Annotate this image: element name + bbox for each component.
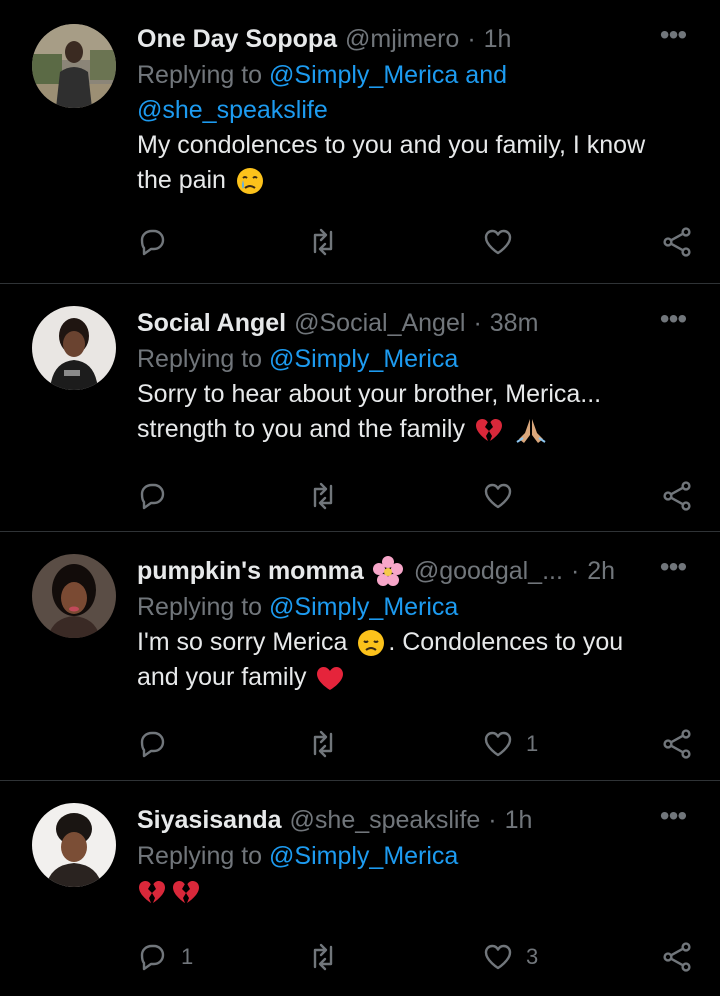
like-icon — [484, 483, 512, 509]
author-handle[interactable]: @Social_Angel — [294, 306, 465, 340]
mention-link[interactable]: @she_speakslife — [137, 96, 328, 124]
share-icon — [663, 729, 691, 759]
like-count: 1 — [526, 731, 539, 756]
replying-to: Replying to @Simply_Merica — [137, 342, 698, 377]
replying-to-label: Replying to — [137, 842, 263, 870]
reply-button[interactable] — [137, 728, 169, 760]
tweet-text — [137, 874, 698, 909]
retweet-icon — [313, 943, 333, 971]
more-options-icon[interactable]: ••• — [658, 21, 688, 49]
author-handle[interactable]: @she_speakslife — [290, 803, 481, 837]
mention-link[interactable]: @Simply_Merica — [269, 593, 458, 621]
tweet-text-line: . Condolences to you — [388, 628, 624, 656]
timestamp[interactable]: 38m — [490, 306, 539, 340]
broken-heart-emoji — [139, 881, 165, 904]
timestamp[interactable]: 1h — [484, 22, 512, 56]
reply-button[interactable]: 1 — [137, 941, 193, 973]
tweet-text-line: I'm so sorry Merica — [137, 628, 348, 656]
tweet[interactable]: pumpkin's momma @goodgal_... · 2h ••• Re… — [0, 532, 720, 781]
tweet-text: My condolences to you and you family, I … — [137, 128, 698, 198]
crying-face-emoji — [236, 168, 263, 195]
share-button[interactable] — [662, 728, 692, 760]
like-button[interactable] — [482, 480, 514, 512]
like-icon — [484, 229, 512, 255]
tweet[interactable]: Social Angel @Social_Angel · 38m ••• Rep… — [0, 284, 720, 532]
reply-icon — [140, 731, 165, 758]
red-heart-emoji — [317, 667, 344, 691]
tweet-text-line: the pain — [137, 166, 226, 194]
replying-to-label: Replying to — [137, 593, 263, 621]
avatar[interactable] — [32, 803, 116, 887]
cherry-blossom-emoji — [372, 556, 403, 586]
author-name[interactable]: One Day Sopopa — [137, 22, 337, 56]
share-icon — [663, 481, 691, 511]
separator-dot: · — [570, 557, 580, 585]
retweet-button[interactable] — [307, 226, 339, 258]
share-icon — [663, 227, 691, 257]
reply-icon — [140, 229, 165, 256]
separator-dot: · — [488, 806, 497, 834]
mention-link[interactable]: @Simply_Merica — [269, 345, 458, 373]
replying-to: Replying to @Simply_Merica — [137, 590, 698, 625]
tweet-actions — [137, 480, 698, 520]
tweet-text-line: Sorry to hear about your brother, Merica… — [137, 380, 602, 408]
mention-link[interactable]: @Simply_Merica and — [269, 61, 507, 89]
author-handle[interactable]: @mjimero — [345, 22, 459, 56]
folded-hands-emoji — [516, 419, 546, 444]
like-button[interactable]: 3 — [482, 941, 538, 973]
reply-icon — [140, 483, 165, 510]
author-name[interactable]: Social Angel — [137, 306, 286, 340]
author-name[interactable]: pumpkin's momma — [137, 554, 364, 588]
timestamp[interactable]: 2h — [587, 554, 615, 588]
like-button[interactable]: 1 — [482, 728, 538, 760]
avatar[interactable] — [32, 554, 116, 638]
tweet[interactable]: Siyasisanda @she_speakslife · 1h ••• Rep… — [0, 781, 720, 996]
like-button[interactable] — [482, 226, 514, 258]
like-count: 3 — [526, 944, 539, 969]
share-button[interactable] — [662, 941, 692, 973]
retweet-icon — [313, 730, 333, 758]
tweet-text-line: and your family — [137, 663, 307, 691]
reply-button[interactable] — [137, 480, 169, 512]
broken-heart-emoji — [475, 419, 502, 442]
tweet-text: I'm so sorry Merica . Condolences to you… — [137, 625, 698, 695]
replying-to-label: Replying to — [137, 345, 263, 373]
share-button[interactable] — [662, 480, 692, 512]
tweet-text: Sorry to hear about your brother, Merica… — [137, 377, 698, 447]
timestamp[interactable]: 1h — [505, 803, 533, 837]
broken-heart-emoji — [173, 881, 199, 904]
share-icon — [663, 942, 691, 972]
author-handle[interactable]: @goodgal_... — [414, 554, 563, 588]
share-button[interactable] — [662, 226, 692, 258]
replying-to: Replying to @Simply_Merica — [137, 839, 698, 874]
tweet-text-line: strength to you and the family — [137, 415, 465, 443]
like-icon — [484, 944, 512, 970]
avatar[interactable] — [32, 306, 116, 390]
tweet-text-line: My condolences to you and you family, I … — [137, 131, 646, 159]
tweet-actions: 1 — [137, 728, 698, 768]
replying-to: Replying to @Simply_Merica and @she_spea… — [137, 58, 698, 128]
author-name[interactable]: Siyasisanda — [137, 803, 282, 837]
tweet[interactable]: One Day Sopopa @mjimero · 1h ••• Replyin… — [0, 0, 720, 284]
disappointed-face-emoji — [358, 630, 385, 657]
mention-link[interactable]: @Simply_Merica — [269, 842, 458, 870]
tweet-actions — [137, 226, 698, 266]
retweet-button[interactable] — [307, 728, 339, 760]
separator-dot: · — [473, 309, 482, 337]
more-options-icon[interactable]: ••• — [658, 553, 688, 581]
reply-icon — [140, 944, 165, 971]
retweet-icon — [313, 482, 333, 510]
reply-button[interactable] — [137, 226, 169, 258]
reply-count: 1 — [181, 944, 194, 969]
separator-dot: · — [467, 25, 476, 53]
retweet-button[interactable] — [307, 941, 339, 973]
retweet-icon — [313, 228, 333, 256]
avatar[interactable] — [32, 24, 116, 108]
like-icon — [484, 731, 512, 757]
more-options-icon[interactable]: ••• — [658, 802, 688, 830]
tweet-actions: 1 3 — [137, 941, 698, 981]
retweet-button[interactable] — [307, 480, 339, 512]
replying-to-label: Replying to — [137, 61, 263, 89]
more-options-icon[interactable]: ••• — [658, 305, 688, 333]
